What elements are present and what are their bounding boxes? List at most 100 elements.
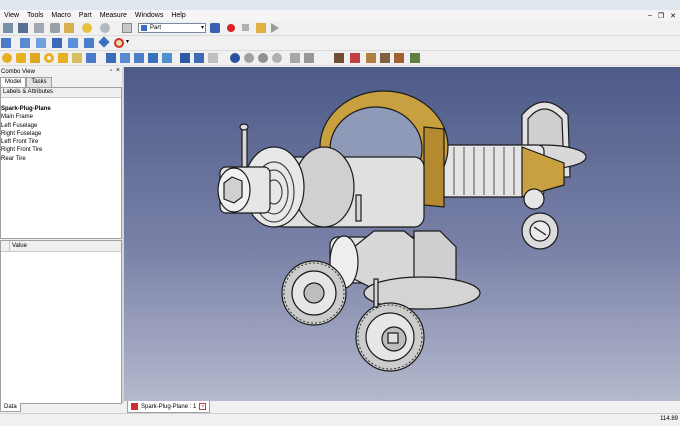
workbench-selected-label: Part bbox=[150, 25, 162, 31]
view-menu-chevron-icon[interactable]: ▾ bbox=[126, 38, 129, 45]
redo-icon[interactable] bbox=[100, 23, 110, 33]
fuse-icon[interactable] bbox=[258, 53, 268, 63]
chamfer-icon[interactable] bbox=[162, 53, 172, 63]
spark-plug-plane-model bbox=[217, 90, 587, 372]
tab-data[interactable]: Data bbox=[0, 403, 21, 412]
menu-view[interactable]: View bbox=[0, 10, 23, 21]
open-icon[interactable] bbox=[3, 23, 13, 33]
model-tree: Labels & Attributes Spark-Plug-Plane Mai… bbox=[0, 87, 122, 239]
tree-list: Spark-Plug-Plane Main Frame Left Fuselag… bbox=[1, 105, 51, 163]
boolean-icon[interactable] bbox=[230, 53, 240, 63]
torus-icon[interactable] bbox=[44, 53, 54, 63]
whats-this-icon[interactable] bbox=[210, 23, 220, 33]
property-header: Value bbox=[1, 241, 121, 252]
tree-header-label: Labels & Attributes bbox=[3, 89, 54, 95]
view-right-icon[interactable] bbox=[68, 38, 78, 48]
close-document-icon[interactable]: × bbox=[199, 403, 207, 410]
combo-view-title: Combo View bbox=[1, 69, 35, 75]
3d-viewport[interactable] bbox=[124, 67, 680, 401]
part-toolbar bbox=[0, 51, 680, 66]
view-front-icon[interactable] bbox=[20, 38, 30, 48]
menu-macro[interactable]: Macro bbox=[47, 10, 74, 21]
main-toolbar: Part ▾ bbox=[0, 21, 680, 36]
tree-item-root[interactable]: Spark-Plug-Plane bbox=[1, 105, 51, 113]
record-macro-icon[interactable] bbox=[227, 24, 235, 32]
check-geometry-icon[interactable] bbox=[334, 53, 344, 63]
cylinder-icon[interactable] bbox=[16, 53, 26, 63]
section-icon[interactable] bbox=[290, 53, 300, 63]
tree-header: Labels & Attributes bbox=[1, 88, 121, 98]
tree-item[interactable]: Right Front Tire bbox=[1, 146, 51, 154]
cut-shape-icon[interactable] bbox=[244, 53, 254, 63]
revolve-icon[interactable] bbox=[120, 53, 130, 63]
cut-icon[interactable] bbox=[50, 23, 60, 33]
chevron-down-icon: ▾ bbox=[200, 25, 204, 31]
loft-icon[interactable] bbox=[180, 53, 190, 63]
menu-tools[interactable]: Tools bbox=[23, 10, 47, 21]
tube-icon[interactable] bbox=[58, 53, 68, 63]
tab-tasks[interactable]: Tasks bbox=[26, 77, 52, 87]
fit-all-icon[interactable] bbox=[1, 38, 11, 48]
window-controls: – ❐ ✕ bbox=[648, 10, 676, 21]
part-cube-icon bbox=[141, 25, 147, 31]
combo-tabs: Model Tasks bbox=[0, 77, 52, 87]
shape-builder-icon[interactable] bbox=[86, 53, 96, 63]
view-iso-icon[interactable] bbox=[36, 38, 46, 48]
extrude-icon[interactable] bbox=[106, 53, 116, 63]
cone-icon[interactable] bbox=[30, 53, 40, 63]
measure-linear-icon[interactable] bbox=[350, 53, 360, 63]
document-tab[interactable]: Spark-Plug-Plane : 1 × bbox=[127, 401, 211, 413]
document-tab-bar: Spark-Plug-Plane : 1 × bbox=[124, 401, 680, 413]
float-panel-icon[interactable]: ▫ bbox=[110, 68, 112, 74]
minimize-icon[interactable]: – bbox=[648, 12, 652, 19]
offset-icon[interactable] bbox=[208, 53, 218, 63]
document-tab-label: Spark-Plug-Plane : 1 bbox=[141, 403, 197, 410]
view-toolbar: ▾ bbox=[0, 36, 680, 51]
refresh-icon[interactable] bbox=[122, 23, 132, 33]
view-top-icon[interactable] bbox=[52, 38, 62, 48]
tree-item[interactable]: Rear Tire bbox=[1, 155, 51, 163]
slice-icon[interactable] bbox=[304, 53, 314, 63]
property-panel: Value bbox=[0, 240, 122, 404]
menu-bar: View Tools Macro Part Measure Windows He… bbox=[0, 10, 680, 21]
no-entry-icon[interactable] bbox=[114, 38, 124, 48]
measure-angular-icon[interactable] bbox=[366, 53, 376, 63]
measure-icon[interactable] bbox=[98, 36, 110, 48]
primitives-icon[interactable] bbox=[72, 53, 82, 63]
undo-icon[interactable] bbox=[82, 23, 92, 33]
run-macro-icon[interactable] bbox=[271, 23, 279, 33]
menu-part[interactable]: Part bbox=[75, 10, 96, 21]
measure-refresh-icon[interactable] bbox=[380, 53, 390, 63]
status-bar: 114.89 bbox=[0, 413, 680, 426]
menu-measure[interactable]: Measure bbox=[96, 10, 131, 21]
sweep-icon[interactable] bbox=[194, 53, 204, 63]
sphere-icon[interactable] bbox=[2, 53, 12, 63]
paste-icon[interactable] bbox=[64, 23, 74, 33]
save-icon[interactable] bbox=[18, 23, 28, 33]
workbench-selector[interactable]: Part ▾ bbox=[138, 23, 206, 33]
edit-macro-icon[interactable] bbox=[256, 23, 266, 33]
menu-windows[interactable]: Windows bbox=[131, 10, 167, 21]
mirror-icon[interactable] bbox=[134, 53, 144, 63]
tree-item[interactable]: Main Frame bbox=[1, 113, 51, 121]
combo-view-panel: Combo View ▫ × Model Tasks Labels & Attr… bbox=[0, 67, 122, 412]
tree-item[interactable]: Right Fuselage bbox=[1, 130, 51, 138]
property-value-column: Value bbox=[12, 243, 27, 249]
close-panel-icon[interactable]: × bbox=[116, 67, 120, 74]
measure-toggle-icon[interactable] bbox=[410, 53, 420, 63]
fillet-icon[interactable] bbox=[148, 53, 158, 63]
tree-item[interactable]: Left Fuselage bbox=[1, 122, 51, 130]
menu-help[interactable]: Help bbox=[167, 10, 189, 21]
tab-model[interactable]: Model bbox=[0, 77, 27, 87]
print-icon[interactable] bbox=[34, 23, 44, 33]
restore-icon[interactable]: ❐ bbox=[658, 12, 664, 20]
stop-macro-icon[interactable] bbox=[242, 24, 249, 31]
view-rear-icon[interactable] bbox=[84, 38, 94, 48]
tree-item[interactable]: Left Front Tire bbox=[1, 138, 51, 146]
measure-clear-icon[interactable] bbox=[394, 53, 404, 63]
common-icon[interactable] bbox=[272, 53, 282, 63]
combo-view-title-bar: Combo View ▫ × bbox=[0, 67, 122, 77]
status-coordinates: 114.89 bbox=[660, 416, 678, 422]
close-window-icon[interactable]: ✕ bbox=[670, 12, 676, 20]
property-name-column bbox=[1, 241, 10, 251]
